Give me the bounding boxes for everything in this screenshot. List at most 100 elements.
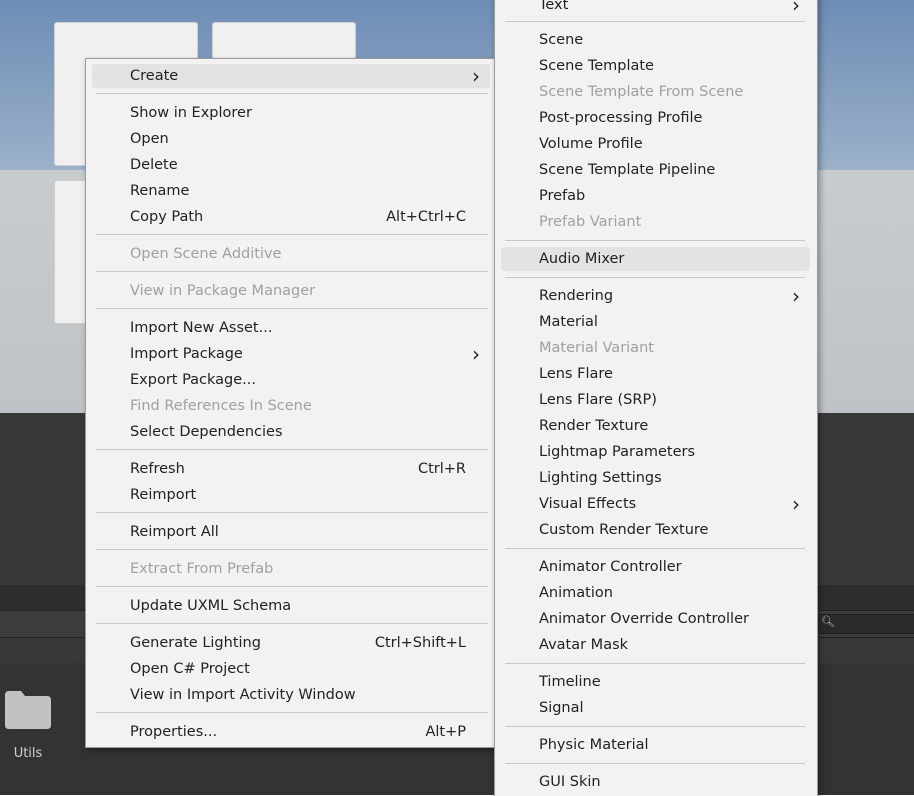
- menu-separator: [96, 93, 488, 94]
- create-submenu-item-scene-template-pipeline[interactable]: Scene Template Pipeline: [501, 158, 810, 182]
- create-submenu-item-timeline[interactable]: Timeline: [501, 670, 810, 694]
- main-menu-item-import-new-asset[interactable]: Import New Asset...: [92, 316, 490, 340]
- chevron-right-icon: ›: [472, 64, 480, 88]
- folder-label[interactable]: Utils: [0, 746, 56, 761]
- menu-item-label: Refresh: [130, 461, 185, 477]
- menu-separator: [96, 586, 488, 587]
- menu-separator: [505, 21, 805, 22]
- menu-item-label: Custom Render Texture: [539, 522, 709, 538]
- create-submenu-item-avatar-mask[interactable]: Avatar Mask: [501, 633, 810, 657]
- menu-separator: [505, 763, 805, 764]
- main-menu-item-open[interactable]: Open: [92, 127, 490, 151]
- menu-item-label: Properties...: [130, 724, 218, 740]
- menu-item-label: Scene Template Pipeline: [539, 162, 716, 178]
- create-submenu-item-lens-flare-srp[interactable]: Lens Flare (SRP): [501, 388, 810, 412]
- main-menu-item-reimport-all[interactable]: Reimport All: [92, 520, 490, 544]
- main-menu-item-show-in-explorer[interactable]: Show in Explorer: [92, 101, 490, 125]
- create-submenu-item-post-processing-profile[interactable]: Post-processing Profile: [501, 106, 810, 130]
- create-submenu-item-text[interactable]: Text ›: [501, 0, 810, 17]
- menu-item-label: Find References In Scene: [130, 398, 312, 414]
- create-submenu-item-signal[interactable]: Signal: [501, 696, 810, 720]
- menu-item-shortcut: Ctrl+R: [417, 461, 466, 477]
- main-menu-item-properties[interactable]: Properties... Alt+P: [92, 720, 490, 744]
- menu-item-label: Open: [130, 131, 169, 147]
- menu-item-label: Signal: [539, 700, 584, 716]
- main-menu-item-refresh[interactable]: Refresh Ctrl+R: [92, 457, 490, 481]
- create-submenu-item-volume-profile[interactable]: Volume Profile: [501, 132, 810, 156]
- main-menu-item-delete[interactable]: Delete: [92, 153, 490, 177]
- menu-item-label: Reimport: [130, 487, 197, 503]
- main-menu-item-view-in-import-activity-window[interactable]: View in Import Activity Window: [92, 683, 490, 707]
- menu-item-label: Timeline: [539, 674, 601, 690]
- main-menu-item-open-scene-additive: Open Scene Additive: [92, 242, 490, 266]
- menu-item-label: Volume Profile: [539, 136, 643, 152]
- menu-item-label: Open Scene Additive: [130, 246, 282, 262]
- menu-item-label: Select Dependencies: [130, 424, 283, 440]
- create-submenu-item-audio-mixer[interactable]: Audio Mixer: [501, 247, 810, 271]
- create-submenu-item-rendering[interactable]: Rendering ›: [501, 284, 810, 308]
- menu-item-label: Physic Material: [539, 737, 649, 753]
- create-submenu-item-prefab-variant: Prefab Variant: [501, 210, 810, 234]
- main-menu-item-import-package[interactable]: Import Package ›: [92, 342, 490, 366]
- main-menu-item-generate-lighting[interactable]: Generate Lighting Ctrl+Shift+L: [92, 631, 490, 655]
- main-menu-item-extract-from-prefab: Extract From Prefab: [92, 557, 490, 581]
- create-submenu-item-lightmap-parameters[interactable]: Lightmap Parameters: [501, 440, 810, 464]
- search-icon: 🔍︎: [821, 615, 835, 628]
- menu-separator: [505, 726, 805, 727]
- menu-item-shortcut: Alt+P: [425, 724, 466, 740]
- create-submenu-item-scene-template[interactable]: Scene Template: [501, 54, 810, 78]
- menu-separator: [505, 663, 805, 664]
- main-menu-item-view-in-package-manager: View in Package Manager: [92, 279, 490, 303]
- menu-item-label: Material Variant: [539, 340, 654, 356]
- menu-item-label: Import New Asset...: [130, 320, 273, 336]
- create-submenu-item-animator-controller[interactable]: Animator Controller: [501, 555, 810, 579]
- menu-item-label: Lens Flare (SRP): [539, 392, 657, 408]
- menu-separator: [505, 240, 805, 241]
- main-menu-item-copy-path[interactable]: Copy Path Alt+Ctrl+C: [92, 205, 490, 229]
- create-submenu-item-animator-override-controller[interactable]: Animator Override Controller: [501, 607, 810, 631]
- menu-item-label: Visual Effects: [539, 496, 637, 512]
- menu-item-shortcut: Ctrl+Shift+L: [374, 635, 466, 651]
- menu-item-label: Export Package...: [130, 372, 257, 388]
- main-menu-item-export-package[interactable]: Export Package...: [92, 368, 490, 392]
- menu-item-label: Extract From Prefab: [130, 561, 274, 577]
- menu-item-label: Render Texture: [539, 418, 649, 434]
- menu-item-label: View in Package Manager: [130, 283, 316, 299]
- create-submenu-item-material[interactable]: Material: [501, 310, 810, 334]
- menu-item-label: Open C# Project: [130, 661, 250, 677]
- main-menu-item-create[interactable]: Create ›: [92, 64, 490, 88]
- menu-separator: [96, 623, 488, 624]
- menu-item-label: Rendering: [539, 288, 614, 304]
- menu-item-label: Scene Template From Scene: [539, 84, 744, 100]
- create-submenu-item-visual-effects[interactable]: Visual Effects ›: [501, 492, 810, 516]
- menu-item-label: Text: [539, 0, 569, 13]
- menu-item-label: Rename: [130, 183, 190, 199]
- menu-item-label: Import Package: [130, 346, 243, 362]
- create-submenu-item-lighting-settings[interactable]: Lighting Settings: [501, 466, 810, 490]
- menu-item-label: Animator Override Controller: [539, 611, 749, 627]
- menu-item-label: Generate Lighting: [130, 635, 261, 651]
- main-menu-item-select-dependencies[interactable]: Select Dependencies: [92, 420, 490, 444]
- create-submenu-item-physic-material[interactable]: Physic Material: [501, 733, 810, 757]
- menu-item-label: Post-processing Profile: [539, 110, 703, 126]
- menu-separator: [96, 549, 488, 550]
- folder-icon[interactable]: [3, 689, 53, 729]
- create-submenu-item-animation[interactable]: Animation: [501, 581, 810, 605]
- chevron-right-icon: ›: [792, 492, 800, 516]
- menu-separator: [505, 277, 805, 278]
- menu-item-label: Scene: [539, 32, 584, 48]
- create-submenu-item-prefab[interactable]: Prefab: [501, 184, 810, 208]
- menu-item-label: Update UXML Schema: [130, 598, 292, 614]
- create-submenu-item-gui-skin[interactable]: GUI Skin: [501, 770, 810, 794]
- main-menu-item-rename[interactable]: Rename: [92, 179, 490, 203]
- create-submenu-item-custom-render-texture[interactable]: Custom Render Texture: [501, 518, 810, 542]
- main-menu-item-reimport[interactable]: Reimport: [92, 483, 490, 507]
- menu-item-label: Material: [539, 314, 598, 330]
- create-submenu-item-render-texture[interactable]: Render Texture: [501, 414, 810, 438]
- main-menu-item-open-c-project[interactable]: Open C# Project: [92, 657, 490, 681]
- menu-separator: [96, 449, 488, 450]
- create-submenu-item-scene[interactable]: Scene: [501, 28, 810, 52]
- main-menu-item-update-uxml-schema[interactable]: Update UXML Schema: [92, 594, 490, 618]
- create-submenu-item-lens-flare[interactable]: Lens Flare: [501, 362, 810, 386]
- menu-item-label: Avatar Mask: [539, 637, 629, 653]
